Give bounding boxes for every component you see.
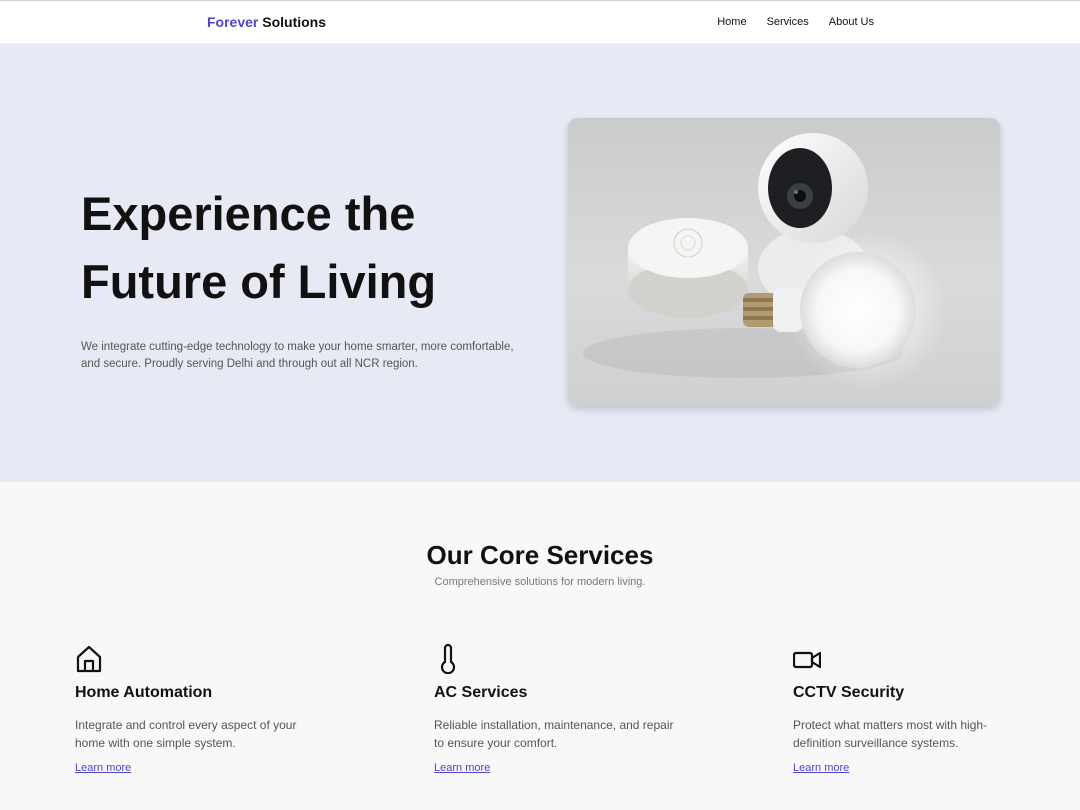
service-card-description: Reliable installation, maintenance, and … (434, 718, 674, 750)
service-card-ac-services: AC Services Reliable installation, maint… (434, 643, 694, 776)
top-navbar: Forever Solutions Home Services About Us (0, 0, 1080, 44)
home-icon (75, 644, 103, 674)
hero-image (568, 118, 1000, 406)
brand-rest-text: Solutions (262, 14, 327, 30)
hero-title-line2: Future of Living (81, 255, 437, 308)
service-card-title: CCTV Security (793, 684, 905, 701)
brand-logo[interactable]: Forever Solutions (207, 14, 326, 30)
learn-more-link[interactable]: Learn more (434, 762, 490, 774)
learn-more-link[interactable]: Learn more (75, 762, 131, 774)
hero-title: Experience the Future of Living (81, 180, 436, 316)
hero-section: Experience the Future of Living We integ… (0, 44, 1080, 482)
service-card-cctv-security: CCTV Security Protect what matters most … (792, 644, 1053, 776)
video-camera-icon (792, 644, 822, 674)
smart-devices-illustration (583, 133, 948, 390)
thermometer-icon (434, 643, 462, 675)
services-subtitle: Comprehensive solutions for modern livin… (434, 576, 646, 588)
nav-link-home[interactable]: Home (717, 16, 746, 28)
service-card-title: AC Services (434, 684, 528, 701)
nav-link-about-us[interactable]: About Us (829, 16, 874, 28)
service-card-description: Integrate and control every aspect of yo… (75, 718, 297, 750)
service-card-description: Protect what matters most with high-defi… (793, 718, 988, 750)
hero-title-line1: Experience the (81, 187, 416, 240)
learn-more-link[interactable]: Learn more (793, 762, 849, 774)
nav-link-services[interactable]: Services (767, 16, 809, 28)
brand-accent-text: Forever (207, 14, 259, 30)
hero-description: We integrate cutting-edge technology to … (81, 341, 514, 370)
service-card-title: Home Automation (75, 684, 213, 701)
service-card-home-automation: Home Automation Integrate and control ev… (75, 644, 335, 776)
nav-links: Home Services About Us (717, 16, 874, 28)
services-section: Our Core Services Comprehensive solution… (0, 482, 1080, 810)
services-title: Our Core Services (426, 540, 654, 570)
